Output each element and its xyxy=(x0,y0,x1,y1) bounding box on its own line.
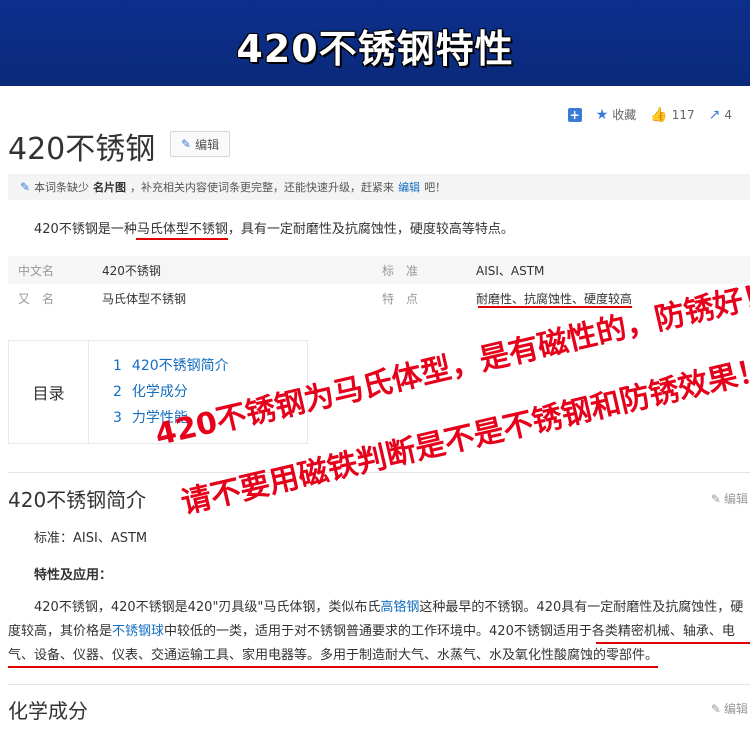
section-edit-button[interactable]: ✎ 编辑 xyxy=(711,700,748,717)
edit-button[interactable]: ✎ 编辑 xyxy=(170,131,231,157)
standard-text: 标准：AISI、ASTM xyxy=(34,531,148,546)
intro-text: 420不锈钢是一种马氏体型不锈钢，具有一定耐磨性及抗腐蚀性，硬度较高等特点。 xyxy=(34,222,514,237)
missing-image-notice: ✎ 本词条缺少 名片图 ，补充相关内容使词条更完整，还能快速升级，赶紧来 编辑 吧！ xyxy=(8,174,750,200)
section-edit-label: 编辑 xyxy=(723,492,748,506)
red-underline xyxy=(596,642,750,644)
info-row: 中文名 420不锈钢 标 准 AISI、ASTM xyxy=(8,256,750,284)
section-edit-button[interactable]: ✎ 编辑 xyxy=(711,490,748,507)
info-key: 又 名 xyxy=(18,291,55,306)
top-banner: 420不锈钢特性 xyxy=(0,0,750,86)
link-stainless-ball[interactable]: 不锈钢球 xyxy=(112,624,164,639)
toc-number: 1 xyxy=(113,358,122,374)
link-high-chrome-steel[interactable]: 高铬钢 xyxy=(380,600,419,615)
notice-bold: 名片图 xyxy=(93,181,127,194)
edit-label: 编辑 xyxy=(195,137,220,152)
notice-post: 吧！ xyxy=(424,181,447,194)
description-paragraph: 420不锈钢，420不锈钢是420"刃具级"马氏体钢，类似布氏高铬钢这种最早的不… xyxy=(8,596,750,668)
article-toolbar: + ★ 收藏 👍 117 ↗ 4 xyxy=(567,106,732,123)
info-value: 420不锈钢 xyxy=(102,263,161,278)
plus-icon: + xyxy=(567,107,582,122)
info-value: 耐磨性、抗腐蚀性、硬度较高 xyxy=(476,291,633,306)
toc-label: 420不锈钢简介 xyxy=(131,358,229,374)
toc-title: 目录 xyxy=(9,341,89,443)
banner-title: 420不锈钢特性 xyxy=(236,27,514,71)
favorite-button[interactable]: ★ 收藏 xyxy=(596,106,637,123)
notice-pre: 本词条缺少 xyxy=(34,181,90,194)
toc-number: 3 xyxy=(113,410,122,426)
toc-label: 化学成分 xyxy=(131,384,188,400)
pencil-icon: ✎ xyxy=(181,137,192,151)
pencil-icon: ✎ xyxy=(710,491,721,506)
share-button[interactable]: ↗ 4 xyxy=(709,107,732,123)
share-icon: ↗ xyxy=(708,106,721,123)
info-key: 标 准 xyxy=(382,263,419,278)
notice-edit-link[interactable]: 编辑 xyxy=(398,179,420,195)
thumbs-up-icon: 👍 xyxy=(650,106,668,123)
para-text: 420不锈钢，420不锈钢是420"刃具级"马氏体钢，类似布氏 xyxy=(34,600,381,615)
page-title: 420不锈钢 xyxy=(8,132,156,167)
pencil-icon: ✎ xyxy=(20,180,31,194)
info-value: AISI、ASTM xyxy=(476,263,545,278)
red-underline xyxy=(136,238,228,240)
share-count: 4 xyxy=(724,107,732,122)
like-button[interactable]: 👍 117 xyxy=(650,107,694,123)
info-value: 马氏体型不锈钢 xyxy=(102,291,187,306)
info-key: 中文名 xyxy=(18,263,55,278)
notice-mid: ，补充相关内容使词条更完整，还能快速升级，赶紧来 xyxy=(130,181,395,194)
favorite-label: 收藏 xyxy=(612,108,637,122)
subheading: 特性及应用： xyxy=(34,568,113,583)
section-edit-label: 编辑 xyxy=(723,702,748,716)
like-count: 117 xyxy=(671,107,695,122)
red-underline xyxy=(8,666,658,668)
section-title: 420不锈钢简介 xyxy=(8,488,147,512)
section-title: 化学成分 xyxy=(8,699,88,723)
add-button[interactable]: + xyxy=(567,107,582,122)
star-icon: ★ xyxy=(595,106,609,123)
info-key: 特 点 xyxy=(382,291,419,306)
toc-item[interactable]: 1 420不锈钢简介 xyxy=(113,355,229,381)
toc-number: 2 xyxy=(113,384,122,400)
pencil-icon: ✎ xyxy=(710,701,721,716)
section-divider xyxy=(8,684,750,685)
